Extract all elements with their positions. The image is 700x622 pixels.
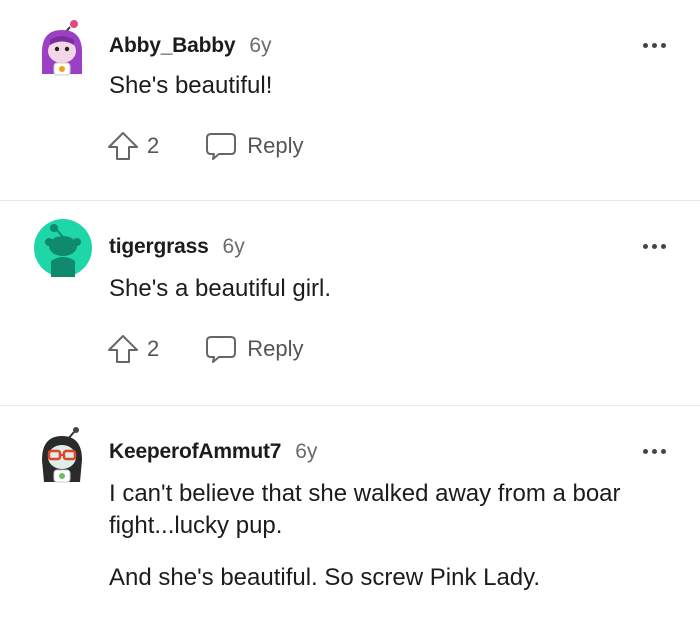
username[interactable]: KeeperofAmmut7 xyxy=(109,440,281,464)
comment-body: She's a beautiful girl. xyxy=(109,273,669,305)
comment-paragraph: She's a beautiful girl. xyxy=(109,275,332,302)
avatar[interactable] xyxy=(34,424,90,483)
comment-age: 6y xyxy=(249,34,272,57)
comment: Abby_Babby 6y She's beautiful! 2 Reply xyxy=(0,0,700,200)
comment-paragraph: And she's beautiful. So screw Pink Lady. xyxy=(109,564,541,591)
comment-paragraph: I can't believe that she walked away fro… xyxy=(109,480,621,539)
upvote-count: 2 xyxy=(147,336,160,361)
comment: tigergrass 6y She's a beautiful girl. 2 … xyxy=(0,201,700,405)
more-options-icon[interactable] xyxy=(643,449,666,454)
reply-label: Reply xyxy=(247,133,304,158)
username[interactable]: Abby_Babby xyxy=(109,34,236,58)
comment-age: 6y xyxy=(295,440,318,463)
upvote-button[interactable]: 2 xyxy=(107,334,159,364)
reply-button[interactable]: Reply xyxy=(205,131,304,161)
reply-label: Reply xyxy=(247,336,304,361)
upvote-arrow-icon xyxy=(108,335,138,363)
comment-age: 6y xyxy=(222,235,245,258)
speech-bubble-icon xyxy=(206,336,237,363)
more-options-icon[interactable] xyxy=(643,244,666,249)
reply-button[interactable]: Reply xyxy=(205,334,304,364)
avatar[interactable] xyxy=(34,219,92,277)
avatar[interactable] xyxy=(34,18,90,76)
default-snoo-avatar-icon xyxy=(34,219,92,277)
upvote-arrow-icon xyxy=(108,132,138,160)
username[interactable]: tigergrass xyxy=(109,235,209,259)
comment-body: She's beautiful! xyxy=(109,70,669,102)
upvote-count: 2 xyxy=(147,133,160,158)
purple-hair-avatar-icon xyxy=(42,20,82,76)
upvote-button[interactable]: 2 xyxy=(107,131,159,161)
glasses-avatar-icon xyxy=(42,427,82,483)
comment: KeeperofAmmut7 6y I can't believe that s… xyxy=(0,406,700,622)
comment-paragraph: She's beautiful! xyxy=(109,72,273,99)
comment-body: I can't believe that she walked away fro… xyxy=(109,478,639,594)
speech-bubble-icon xyxy=(206,133,237,160)
more-options-icon[interactable] xyxy=(643,43,666,48)
